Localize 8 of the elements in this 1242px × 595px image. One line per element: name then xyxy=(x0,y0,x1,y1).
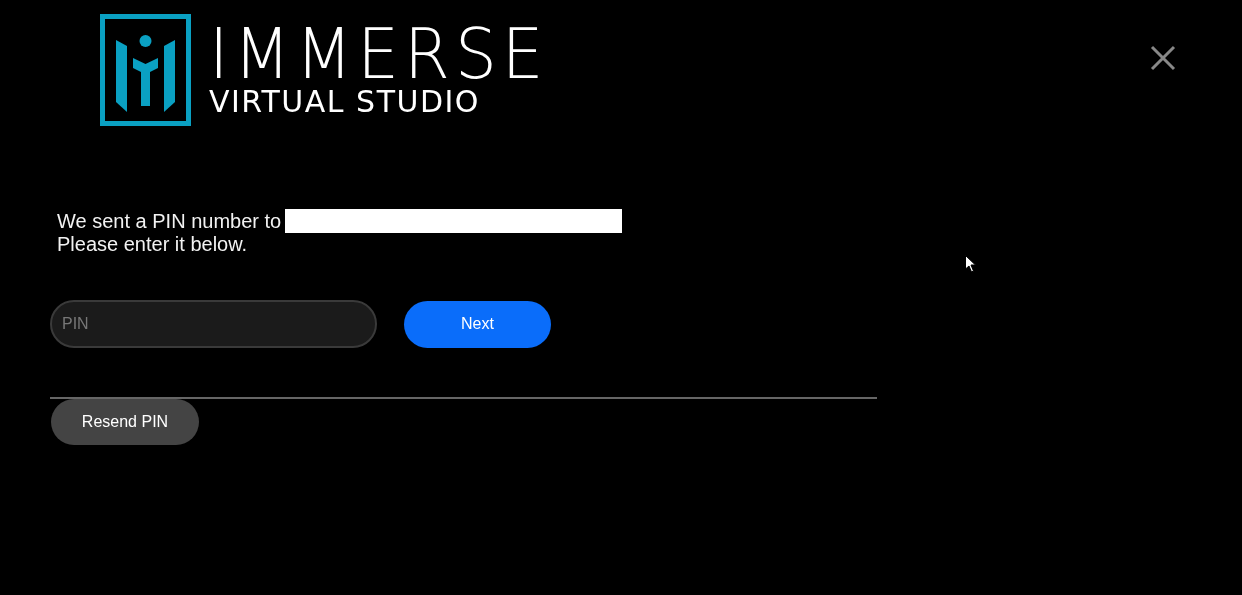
logo-icon xyxy=(100,14,191,126)
message-text: We sent a PIN number to xyxy=(57,209,282,233)
message-text: Please enter it below. xyxy=(57,233,249,256)
close-icon[interactable] xyxy=(1150,45,1176,71)
resend-button[interactable]: Resend PIN xyxy=(51,399,199,445)
pin-field[interactable]: PIN xyxy=(50,300,377,348)
pointer-icon xyxy=(965,255,976,273)
next-button[interactable]: Next xyxy=(404,300,551,348)
